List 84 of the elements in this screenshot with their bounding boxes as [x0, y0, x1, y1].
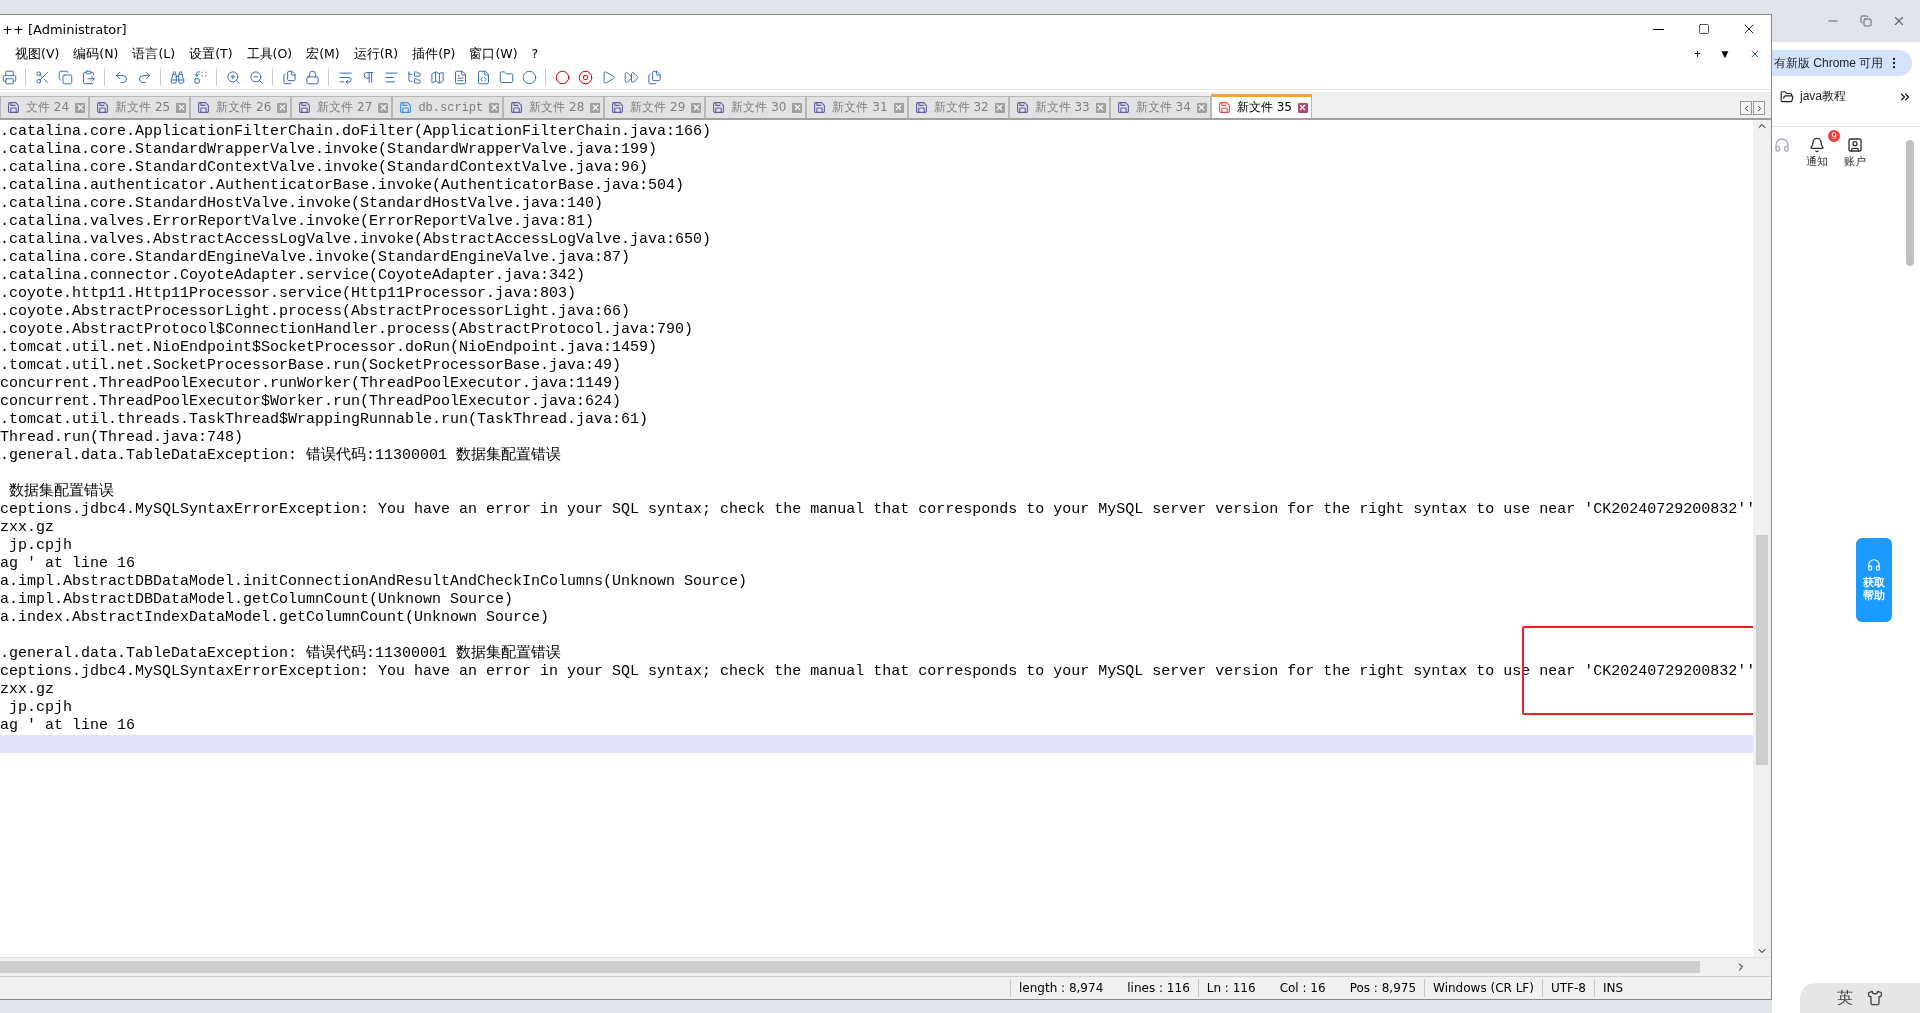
- close-icon[interactable]: [277, 102, 288, 113]
- floppy-icon: [298, 101, 312, 114]
- ime-toolbar[interactable]: 英: [1800, 983, 1920, 1013]
- status-text: Ln : 116: [1206, 981, 1256, 995]
- floppy-icon: [813, 101, 827, 114]
- copy-icon[interactable]: [56, 68, 74, 86]
- scrollbar-thumb[interactable]: [1906, 140, 1914, 266]
- status-text: length : 8,974: [1019, 981, 1104, 995]
- scrollbar-thumb[interactable]: [1756, 535, 1768, 765]
- close-icon[interactable]: [1095, 102, 1106, 113]
- floppy-icon: [914, 101, 928, 114]
- record-icon[interactable]: [553, 68, 571, 86]
- menu-item[interactable]: 宏(M): [299, 45, 347, 63]
- shirt-icon: [1867, 990, 1883, 1006]
- menu-item[interactable]: 插件(P): [405, 45, 463, 63]
- notification-badge: 9: [1828, 130, 1840, 142]
- account-button[interactable]: 账户: [1844, 137, 1866, 169]
- status-text: Col : 16: [1279, 981, 1326, 995]
- scrollbar-thumb[interactable]: [0, 961, 1700, 973]
- stop-icon[interactable]: [576, 68, 594, 86]
- close-icon[interactable]: [75, 102, 86, 113]
- close-icon[interactable]: [994, 102, 1005, 113]
- close-icon[interactable]: [691, 102, 702, 113]
- file-tab[interactable]: 新文件 35: [1210, 94, 1312, 118]
- tab-control-button[interactable]: ▼: [1717, 47, 1733, 61]
- scroll-left-button[interactable]: [1740, 101, 1752, 115]
- status-text: UTF-8: [1550, 981, 1586, 995]
- documents-icon[interactable]: [280, 68, 298, 86]
- status-text: INS: [1602, 981, 1624, 995]
- menu-item[interactable]: ?: [524, 45, 546, 63]
- close-icon[interactable]: [1892, 14, 1906, 28]
- folder-icon[interactable]: [497, 68, 515, 86]
- floppy-icon: [399, 101, 413, 114]
- lock-icon[interactable]: [303, 68, 321, 86]
- tab-control-button[interactable]: +: [1692, 47, 1704, 61]
- status-text: Pos : 8,975: [1349, 981, 1417, 995]
- status-text: Windows (CR LF): [1433, 981, 1534, 995]
- menu-item[interactable]: 语言(L): [125, 45, 183, 63]
- menu-item[interactable]: 视图(V): [8, 45, 67, 63]
- update-label: 有新版 Chrome 可用: [1774, 54, 1884, 72]
- floppy-icon: [712, 101, 726, 114]
- menu-item[interactable]: 工具(O): [239, 45, 300, 63]
- close-icon[interactable]: [176, 102, 187, 113]
- floppy-icon: [1116, 101, 1130, 114]
- update-chrome-button[interactable]: 有新版 Chrome 可用: [1772, 50, 1912, 76]
- close-icon[interactable]: [378, 102, 389, 113]
- headset-icon: [1867, 557, 1881, 572]
- bell-icon: [1809, 137, 1825, 153]
- notification-button[interactable]: 通知: [1806, 137, 1828, 169]
- floppy-icon: [197, 101, 211, 114]
- close-icon[interactable]: [489, 102, 500, 113]
- maximize-icon: [1697, 23, 1710, 35]
- close-icon[interactable]: [1196, 102, 1207, 113]
- floppy-icon: [611, 101, 625, 114]
- floppy-icon: [1015, 101, 1029, 114]
- close-icon[interactable]: [1297, 102, 1308, 113]
- zoom-out-icon[interactable]: [247, 68, 265, 86]
- close-icon[interactable]: [792, 102, 803, 113]
- binoculars-icon[interactable]: [168, 68, 186, 86]
- floppy-icon: [1217, 101, 1231, 114]
- headset-icon[interactable]: [1774, 137, 1790, 153]
- map-icon[interactable]: [428, 68, 446, 86]
- window-title: ++ [Administrator]: [2, 21, 127, 37]
- print-icon[interactable]: [0, 68, 18, 86]
- menu-item[interactable]: 设置(T): [182, 45, 240, 63]
- close-icon[interactable]: [590, 102, 601, 113]
- menu-item[interactable]: 编码(N): [66, 45, 126, 63]
- menu-item[interactable]: 运行(R): [346, 45, 406, 63]
- minimize-icon: [1653, 28, 1664, 30]
- floppy-icon: [7, 101, 20, 114]
- zoom-in-icon[interactable]: [224, 68, 242, 86]
- folder-icon: [1780, 89, 1794, 104]
- account-icon: [1847, 137, 1863, 153]
- close-icon[interactable]: [893, 102, 904, 113]
- menu-item[interactable]: 窗口(W): [462, 45, 525, 63]
- scissors-icon[interactable]: [33, 68, 51, 86]
- ime-language: 英: [1837, 987, 1853, 1009]
- scroll-right-button[interactable]: [1753, 101, 1765, 115]
- floppy-icon: [510, 101, 524, 114]
- macro-list-icon[interactable]: [645, 68, 663, 86]
- floppy-icon: [96, 101, 110, 114]
- bookmark-folder[interactable]: java教程: [1780, 88, 1846, 105]
- restore-icon[interactable]: [1860, 15, 1872, 27]
- status-text: lines : 116: [1127, 981, 1190, 995]
